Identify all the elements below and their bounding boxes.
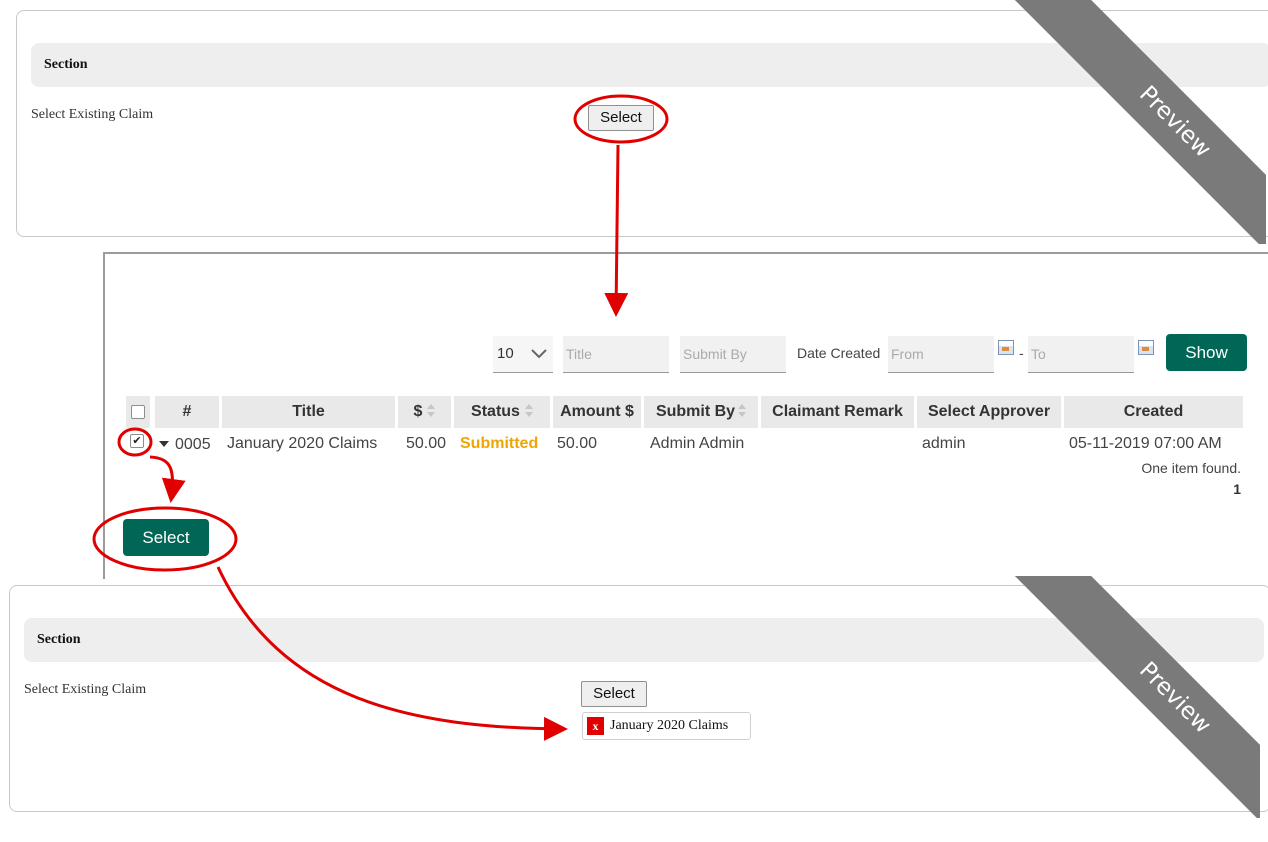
select-all-checkbox[interactable]: [131, 405, 145, 419]
selected-claim-tag: x January 2020 Claims: [582, 712, 751, 740]
list-select-button[interactable]: Select: [123, 519, 209, 556]
chevron-down-icon: [531, 349, 547, 359]
preview-ribbon-label: Preview: [1007, 576, 1260, 818]
selected-claim-label: January 2020 Claims: [610, 718, 729, 733]
row-dollar: 50.00: [406, 435, 447, 452]
row-title[interactable]: January 2020 Claims: [227, 435, 377, 453]
row-checkbox[interactable]: ✔: [130, 434, 144, 448]
column-header-dollar[interactable]: $: [398, 396, 451, 428]
preview-ribbon: Preview: [1000, 576, 1260, 818]
expand-row-icon[interactable]: [159, 441, 169, 447]
remove-tag-icon[interactable]: x: [587, 717, 604, 735]
preview-ribbon-label: Preview: [1007, 0, 1266, 244]
row-number: 0005: [175, 436, 211, 453]
section-title: Section: [37, 632, 81, 647]
pagination-current-page[interactable]: 1: [1233, 481, 1241, 497]
sort-icon: [427, 404, 436, 417]
date-created-label: Date Created: [797, 345, 881, 361]
column-header-number[interactable]: #: [155, 396, 219, 428]
date-range-separator: -: [1019, 345, 1024, 361]
select-all-header: [126, 396, 150, 428]
column-header-created[interactable]: Created: [1064, 396, 1243, 428]
title-filter-input[interactable]: Title: [563, 336, 669, 373]
sort-icon: [738, 404, 747, 417]
date-from-placeholder: From: [891, 346, 924, 362]
date-from-input[interactable]: From: [888, 336, 994, 373]
calendar-from-icon[interactable]: [998, 340, 1014, 355]
preview-ribbon: Preview: [1000, 0, 1266, 244]
select-claim-button[interactable]: Select: [581, 681, 647, 707]
title-filter-placeholder: Title: [566, 346, 592, 362]
row-created: 05-11-2019 07:00 AM: [1069, 435, 1222, 452]
select-existing-claim-label: Select Existing Claim: [31, 107, 154, 122]
select-claim-button[interactable]: Select: [588, 105, 654, 131]
date-to-placeholder: To: [1031, 346, 1046, 362]
select-existing-claim-label: Select Existing Claim: [24, 682, 147, 697]
column-header-amount[interactable]: Amount $: [553, 396, 641, 428]
result-summary: One item found.: [1141, 460, 1241, 476]
column-header-claimant-remark[interactable]: Claimant Remark: [761, 396, 914, 428]
submit-by-filter-placeholder: Submit By: [683, 346, 747, 362]
column-header-title[interactable]: Title: [222, 396, 395, 428]
row-amount: 50.00: [557, 435, 598, 452]
page-size-value: 10: [497, 345, 514, 362]
column-header-select-approver[interactable]: Select Approver: [917, 396, 1061, 428]
row-submit-by: Admin Admin: [650, 435, 745, 452]
row-status: Submitted: [460, 435, 539, 452]
show-button[interactable]: Show: [1166, 334, 1247, 371]
page-size-select[interactable]: 10: [493, 336, 553, 373]
row-approver: admin: [922, 435, 966, 452]
column-header-status[interactable]: Status: [454, 396, 550, 428]
submit-by-filter-input[interactable]: Submit By: [680, 336, 786, 373]
date-to-input[interactable]: To: [1028, 336, 1134, 373]
calendar-to-icon[interactable]: [1138, 340, 1154, 355]
column-header-submit-by[interactable]: Submit By: [644, 396, 758, 428]
sort-icon: [524, 404, 533, 417]
section-title: Section: [44, 57, 88, 72]
